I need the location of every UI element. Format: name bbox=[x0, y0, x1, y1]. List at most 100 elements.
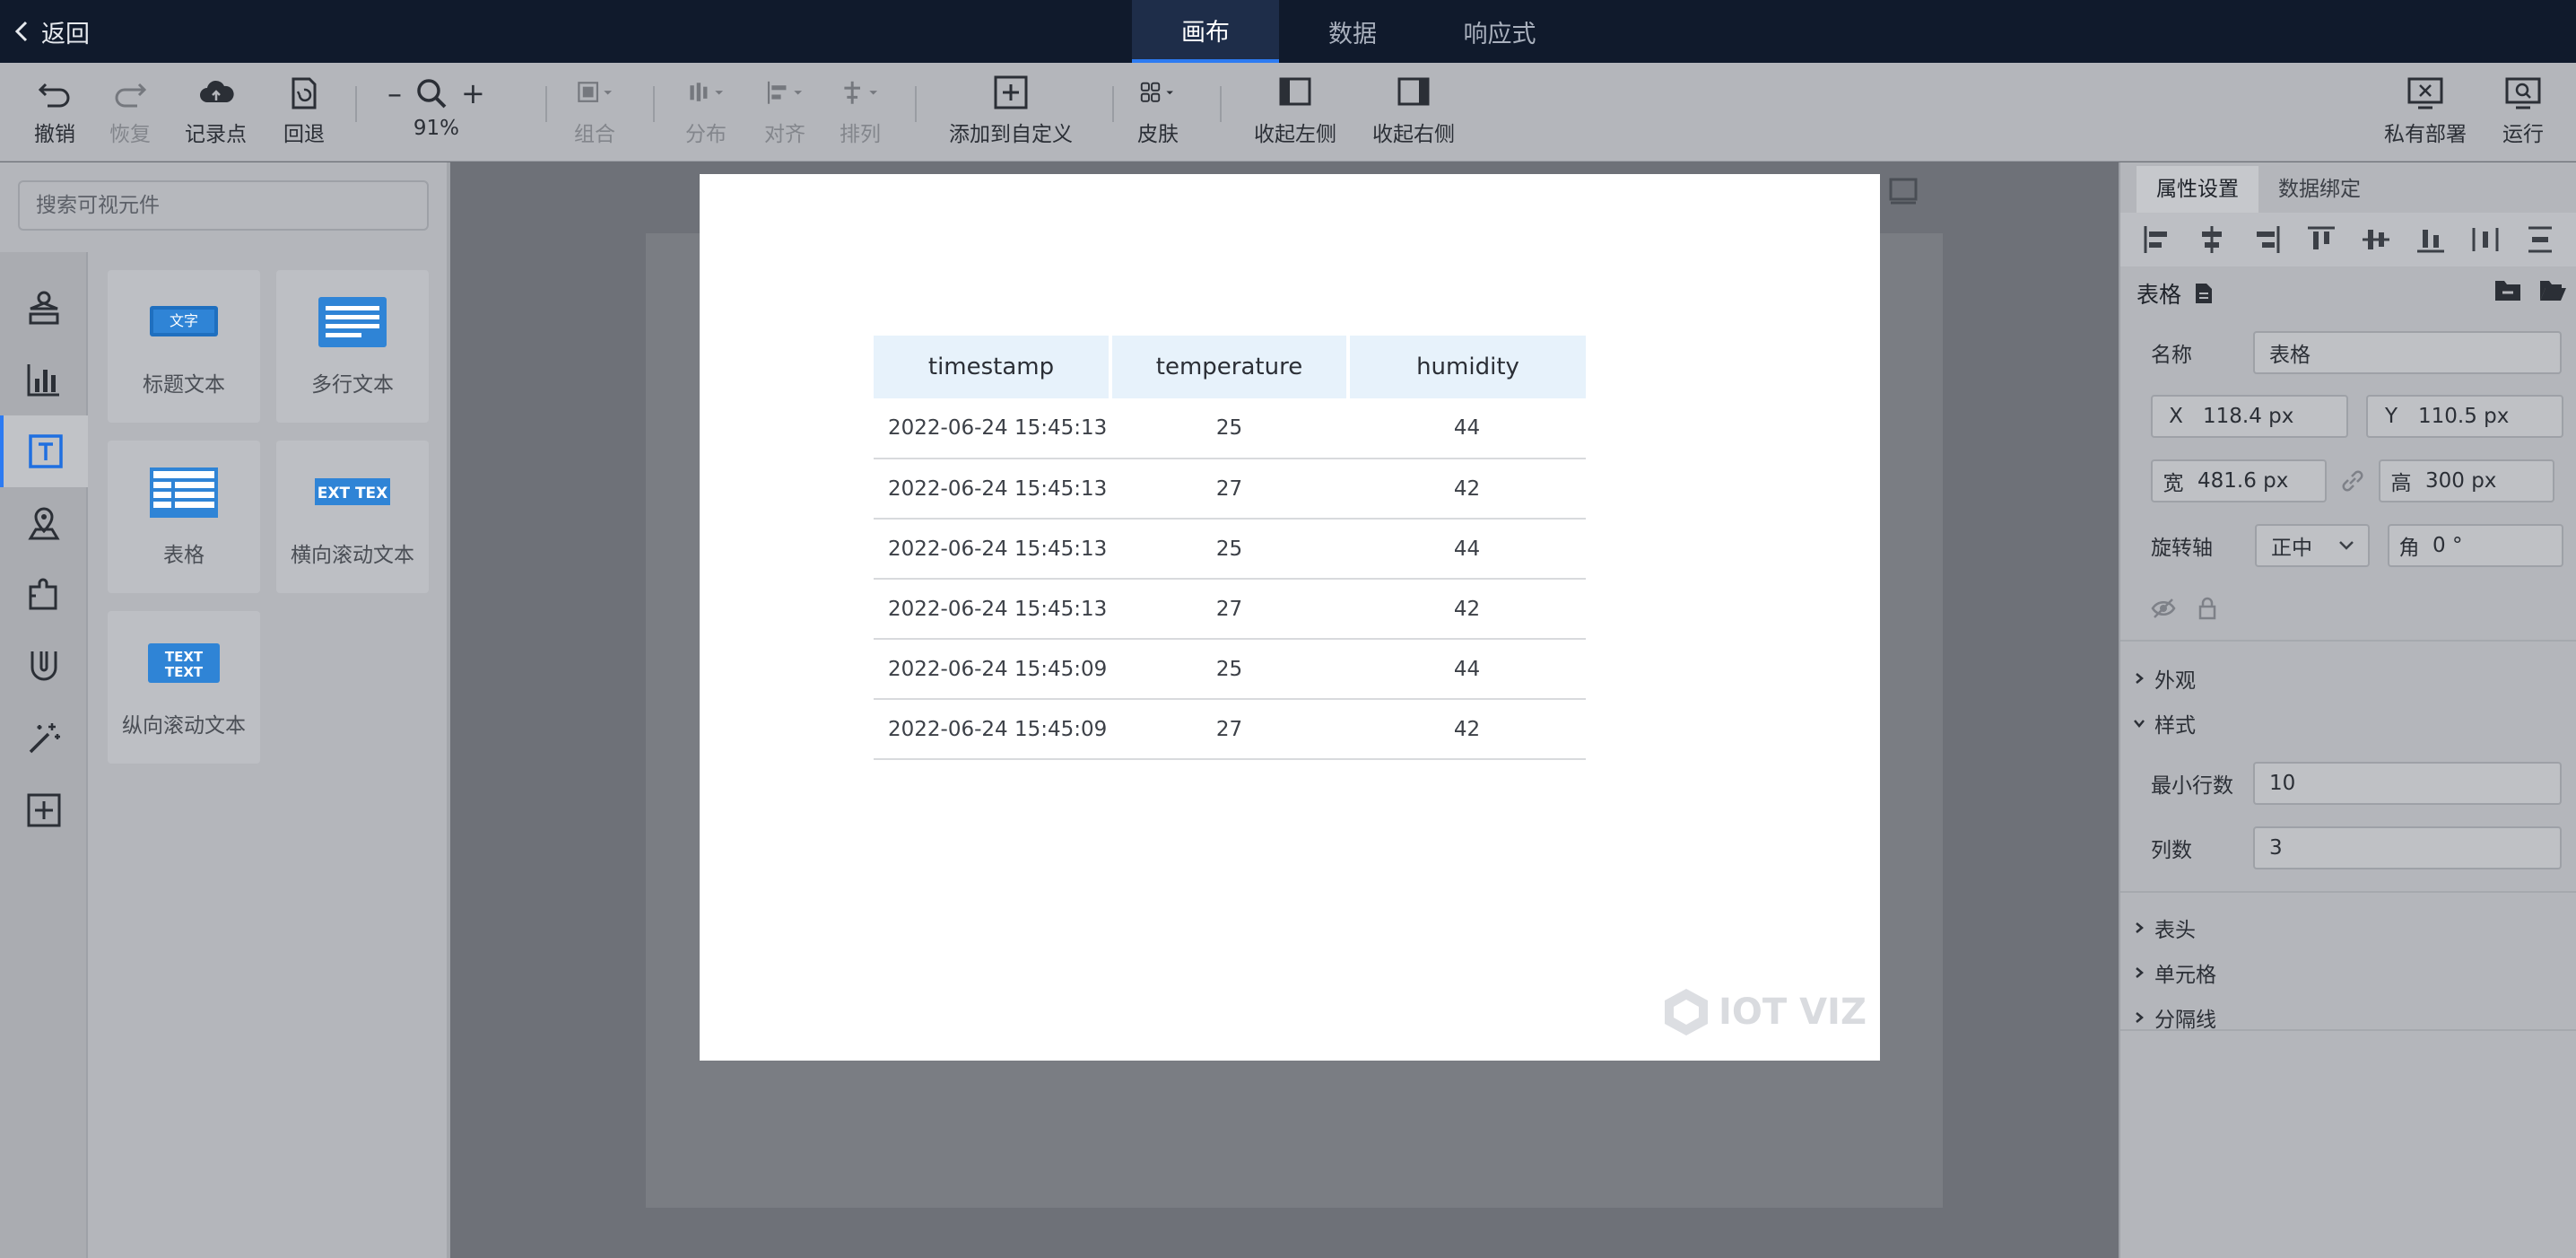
lock-icon[interactable] bbox=[2197, 597, 2217, 620]
component-table[interactable]: 表格 bbox=[108, 441, 260, 593]
add-to-custom-button[interactable]: 添加到自定义 bbox=[949, 75, 1073, 153]
tab-data[interactable]: 数据 bbox=[1279, 0, 1426, 63]
category-custom[interactable] bbox=[0, 774, 88, 846]
align-top-icon[interactable] bbox=[2306, 224, 2337, 255]
x-label: X bbox=[2169, 405, 2183, 428]
private-deploy-button[interactable]: 私有部署 bbox=[2384, 75, 2467, 153]
align-button[interactable]: 对齐 bbox=[764, 75, 805, 153]
distribute-icon bbox=[690, 83, 724, 101]
thumb-text: TEXT bbox=[165, 664, 204, 680]
component-search-input[interactable]: 搜索可视元件 bbox=[18, 180, 429, 231]
skin-button[interactable]: 皮肤 bbox=[1137, 75, 1179, 153]
table-cell: 42 bbox=[1348, 459, 1586, 520]
section-style[interactable]: 样式 bbox=[2133, 708, 2196, 738]
category-magnet[interactable] bbox=[0, 631, 88, 703]
toolbar-divider bbox=[1112, 86, 1114, 122]
align-center-h-icon[interactable] bbox=[2197, 224, 2227, 255]
component-label: 多行文本 bbox=[311, 373, 394, 397]
align-bottom-icon[interactable] bbox=[2415, 224, 2446, 255]
category-text[interactable] bbox=[0, 415, 88, 487]
undo-button[interactable]: 撤销 bbox=[34, 75, 75, 153]
run-button[interactable]: 运行 bbox=[2502, 75, 2544, 153]
folder-open-icon[interactable] bbox=[2538, 277, 2567, 302]
text-icon bbox=[29, 434, 63, 468]
category-effects[interactable] bbox=[0, 703, 88, 774]
name-input[interactable]: 表格 bbox=[2253, 331, 2562, 374]
section-appearance[interactable]: 外观 bbox=[2133, 663, 2196, 694]
category-shapes[interactable] bbox=[0, 272, 88, 344]
chevron-right-icon bbox=[2136, 1012, 2144, 1023]
chevron-right-icon bbox=[2136, 967, 2144, 978]
component-title-text[interactable]: 文字 标题文本 bbox=[108, 270, 260, 423]
rotate-axis-select[interactable]: 正中 bbox=[2255, 524, 2370, 567]
table-cell: 27 bbox=[1110, 579, 1348, 640]
align-center-v-icon[interactable] bbox=[2361, 224, 2391, 255]
divider bbox=[2120, 1029, 2576, 1031]
component-vertical-scroll-text[interactable]: TEXT TEXT 纵向滚动文本 bbox=[108, 611, 260, 764]
zoom-value: 91% bbox=[413, 117, 459, 140]
y-input[interactable]: Y 110.5 px bbox=[2366, 395, 2563, 438]
distribute-button[interactable]: 分布 bbox=[685, 75, 727, 153]
title-text-thumbnail-icon: 文字 bbox=[150, 306, 218, 336]
arrange-button[interactable]: 排列 bbox=[840, 75, 881, 153]
monitor-preview-icon bbox=[2505, 77, 2541, 109]
section-header[interactable]: 表头 bbox=[2133, 913, 2196, 943]
rotate-axis-label: 旋转轴 bbox=[2151, 537, 2213, 560]
arrange-icon bbox=[844, 81, 878, 104]
link-icon[interactable] bbox=[2339, 467, 2366, 494]
folder-minus-icon[interactable] bbox=[2493, 277, 2522, 302]
tab-canvas[interactable]: 画布 bbox=[1132, 0, 1279, 63]
cloud-upload-icon bbox=[199, 80, 234, 102]
tab-data-binding[interactable]: 数据绑定 bbox=[2258, 166, 2380, 213]
tab-responsive[interactable]: 响应式 bbox=[1426, 0, 1573, 63]
category-rail bbox=[0, 252, 88, 1258]
collapse-right-button[interactable]: 收起右侧 bbox=[1372, 75, 1455, 153]
x-value: 118.4 px bbox=[2203, 405, 2294, 428]
rotation-row: 旋转轴 正中 角 0 ° bbox=[2151, 524, 2563, 567]
arrange-label: 排列 bbox=[840, 123, 881, 146]
top-bar: 返回 画布 数据 响应式 bbox=[0, 0, 2576, 63]
category-charts[interactable] bbox=[0, 344, 88, 415]
toolbar-divider bbox=[915, 86, 917, 122]
category-map[interactable] bbox=[0, 487, 88, 559]
fullscreen-icon[interactable] bbox=[1889, 178, 1918, 206]
distribute-horizontal-icon[interactable] bbox=[2470, 224, 2501, 255]
group-button[interactable]: 组合 bbox=[574, 75, 615, 153]
magnifier-icon bbox=[417, 79, 447, 109]
collapse-left-button[interactable]: 收起左侧 bbox=[1254, 75, 1336, 153]
size-row: 宽 481.6 px 高 300 px bbox=[2151, 459, 2554, 502]
collapse-left-label: 收起左侧 bbox=[1254, 123, 1336, 146]
grid-apps-icon bbox=[1140, 82, 1173, 102]
min-rows-input[interactable]: 10 bbox=[2253, 762, 2562, 805]
align-left-icon[interactable] bbox=[2142, 224, 2172, 255]
group-icon bbox=[578, 82, 613, 102]
height-input[interactable]: 高 300 px bbox=[2379, 459, 2554, 502]
distribute-vertical-icon[interactable] bbox=[2525, 224, 2555, 255]
category-plugins[interactable] bbox=[0, 559, 88, 631]
angle-input[interactable]: 角 0 ° bbox=[2388, 524, 2563, 567]
zoom-in-button[interactable]: + bbox=[461, 76, 485, 110]
columns-input[interactable]: 3 bbox=[2253, 826, 2562, 869]
width-input[interactable]: 宽 481.6 px bbox=[2151, 459, 2327, 502]
align-left-icon bbox=[767, 81, 803, 104]
section-cell[interactable]: 单元格 bbox=[2133, 957, 2216, 988]
record-point-button[interactable]: 记录点 bbox=[185, 75, 247, 153]
x-input[interactable]: X 118.4 px bbox=[2151, 395, 2348, 438]
toolbar-divider bbox=[545, 86, 547, 122]
rollback-button[interactable]: 回退 bbox=[283, 75, 325, 153]
data-table[interactable]: timestamp temperature humidity 2022-06-2… bbox=[874, 336, 1586, 760]
magnet-icon bbox=[30, 651, 57, 681]
tab-properties[interactable]: 属性设置 bbox=[2137, 166, 2258, 213]
section-divider[interactable]: 分隔线 bbox=[2133, 1002, 2216, 1033]
eye-off-icon[interactable] bbox=[2151, 598, 2176, 619]
align-right-icon[interactable] bbox=[2251, 224, 2282, 255]
zoom-out-button[interactable]: – bbox=[387, 76, 402, 110]
toolbar-divider bbox=[1220, 86, 1222, 122]
visibility-row bbox=[2151, 597, 2217, 620]
back-button[interactable]: 返回 bbox=[13, 13, 90, 50]
table-cell: 42 bbox=[1348, 579, 1586, 640]
component-multiline-text[interactable]: 多行文本 bbox=[276, 270, 429, 423]
component-horizontal-scroll-text[interactable]: EXT TEX 横向滚动文本 bbox=[276, 441, 429, 593]
table-row: 2022-06-24 15:45:13 27 42 bbox=[874, 579, 1586, 640]
redo-button[interactable]: 恢复 bbox=[109, 75, 151, 153]
